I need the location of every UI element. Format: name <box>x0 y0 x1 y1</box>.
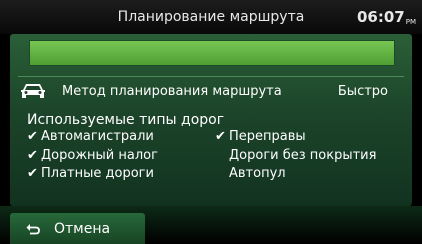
road-type-label: Платные дороги <box>41 166 154 181</box>
cancel-label: Отмена <box>54 221 111 237</box>
road-type-label: Переправы <box>229 129 306 144</box>
route-method-label: Метод планирования маршрута <box>62 84 282 99</box>
checkmark-icon: ✔ <box>27 148 38 163</box>
car-icon <box>21 84 45 98</box>
clock-time: 06:07 <box>356 8 405 26</box>
road-type-item: Автопул <box>215 166 286 181</box>
road-type-label: Автопул <box>229 166 286 181</box>
road-type-label: Дорожный налог <box>41 148 158 163</box>
road-type-item: ✔ Дорожный налог <box>27 148 158 163</box>
header-bar: Планирование маршрута 06:07PM <box>0 0 422 34</box>
road-type-label: Автомагистрали <box>41 129 154 144</box>
road-types-heading: Используемые типы дорог <box>27 112 225 128</box>
clock: 06:07PM <box>357 8 416 26</box>
route-progress-bar <box>29 40 395 66</box>
divider <box>18 76 404 77</box>
route-summary-panel: Метод планирования маршрута Быстро Испол… <box>10 34 412 206</box>
footer-bar: Отмена <box>0 206 422 244</box>
checkmark-icon: ✔ <box>215 129 226 144</box>
road-type-item: ✔ Автомагистрали <box>27 129 154 144</box>
clock-suffix: PM <box>405 18 416 26</box>
checkmark-icon: ✔ <box>27 129 38 144</box>
cancel-button[interactable]: Отмена <box>10 213 145 244</box>
road-type-item: ✔ Платные дороги <box>27 166 154 181</box>
route-method-value: Быстро <box>337 84 388 99</box>
route-method-row[interactable]: Метод планирования маршрута Быстро <box>10 82 412 102</box>
road-type-item: ✔ Переправы <box>215 129 306 144</box>
road-type-item: Дороги без покрытия <box>215 148 376 163</box>
checkmark-icon: ✔ <box>27 166 38 181</box>
route-progress-fill <box>30 41 394 65</box>
road-type-label: Дороги без покрытия <box>229 148 377 163</box>
back-arrow-icon <box>26 224 40 235</box>
